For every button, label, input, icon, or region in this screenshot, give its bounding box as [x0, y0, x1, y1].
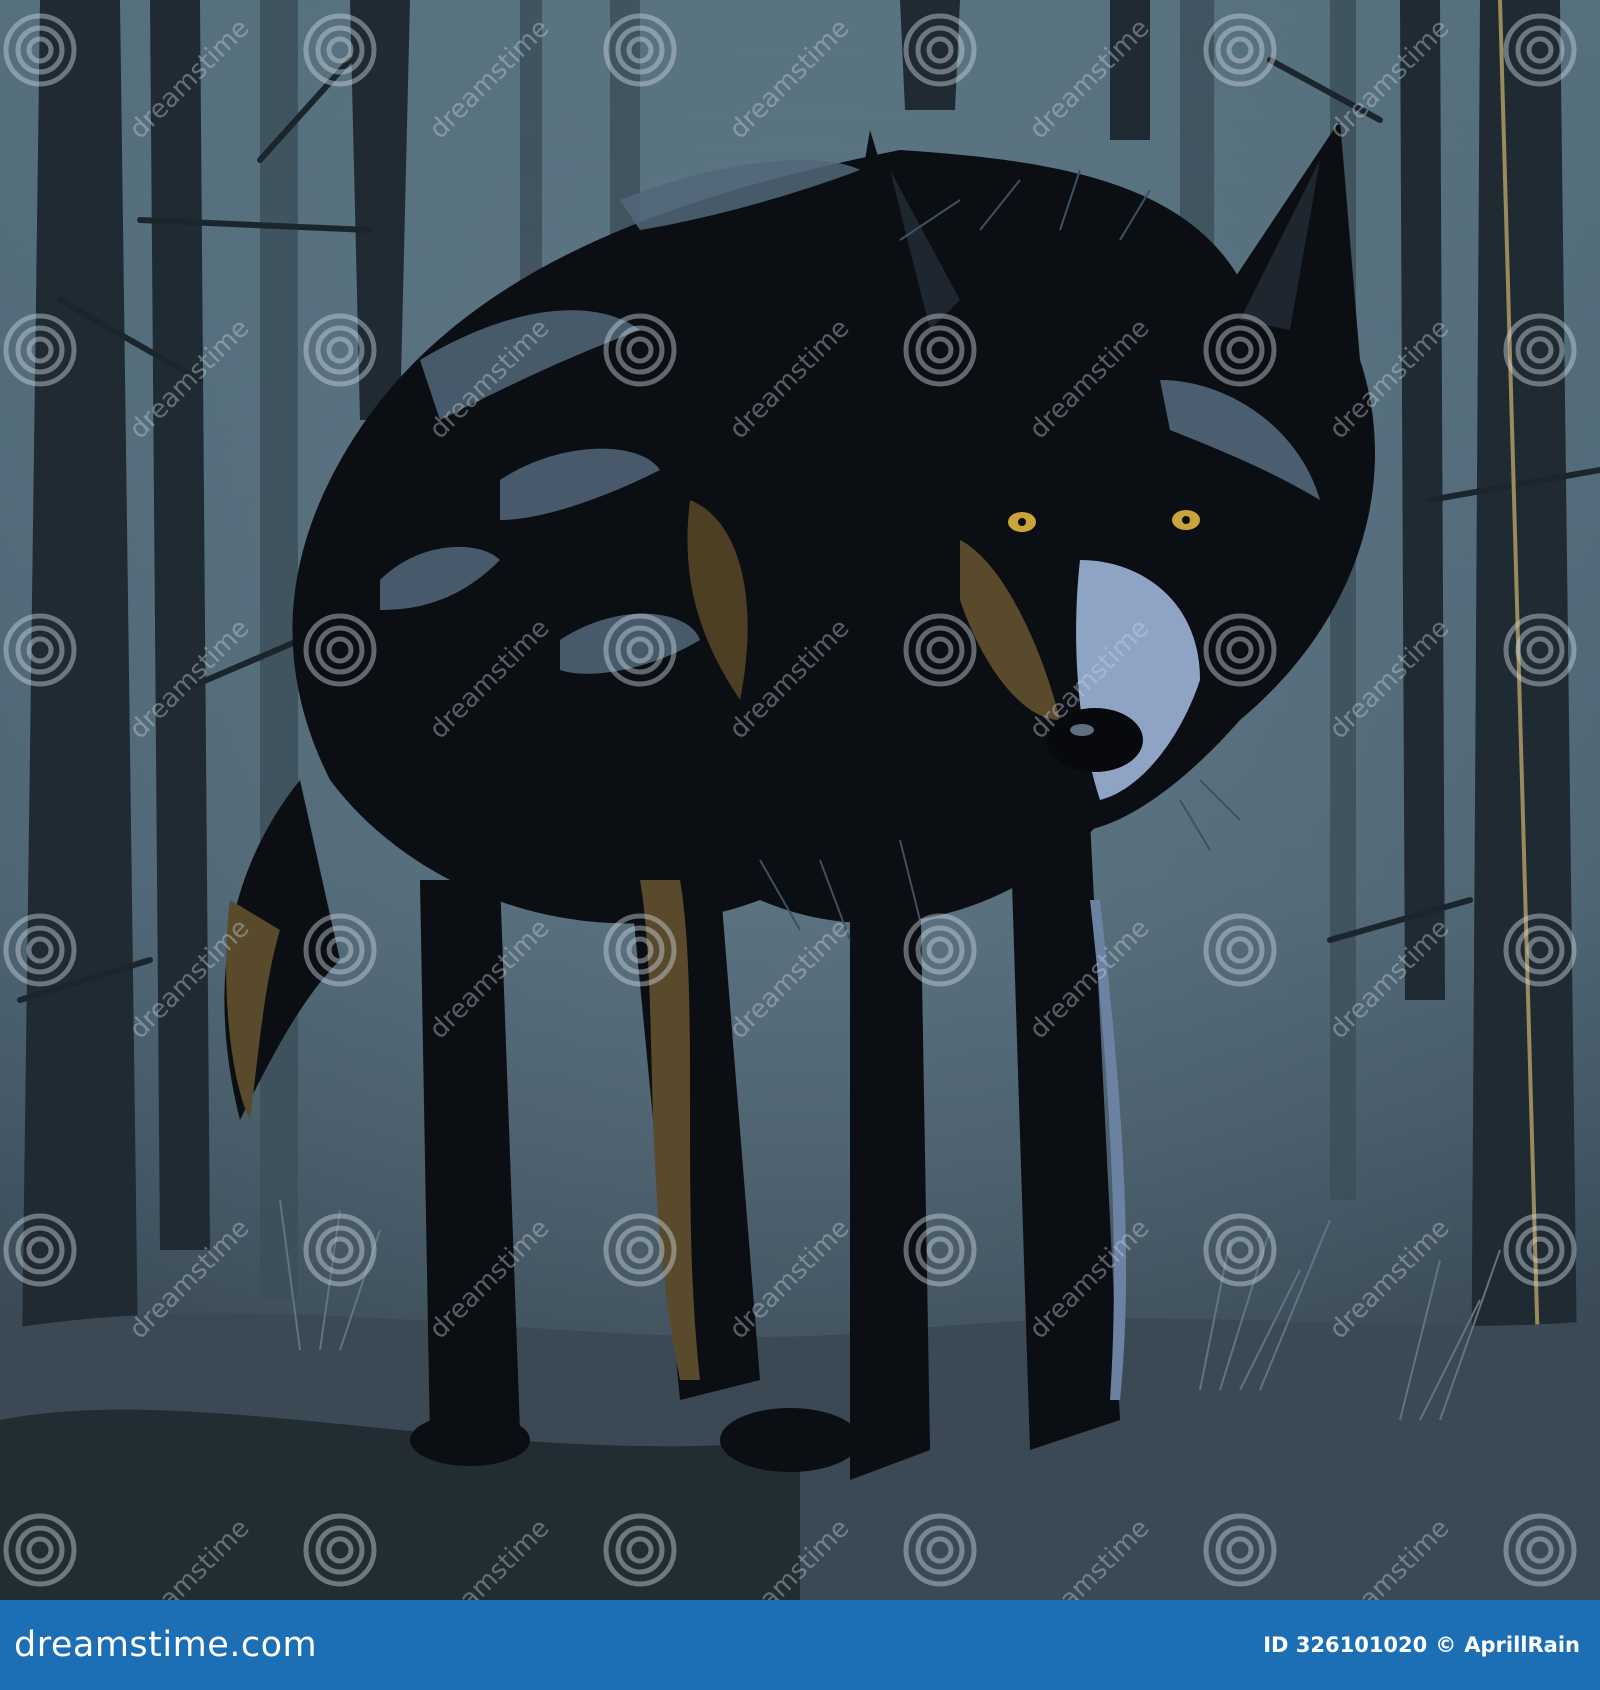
image-credit: ID 326101020 © AprillRain — [1263, 1633, 1580, 1657]
image-frame: dreamstime dreamstime dreamstime dreamstime… — [0, 0, 1600, 1690]
author-name[interactable]: AprillRain — [1464, 1633, 1580, 1657]
copyright-symbol: © — [1435, 1633, 1457, 1657]
footer-bar: dreamstime.com ID 326101020 © AprillRain — [0, 1600, 1600, 1690]
site-logo[interactable]: dreamstime.com — [14, 1625, 317, 1665]
wolf-paw — [720, 1408, 860, 1472]
image-id: ID 326101020 — [1263, 1633, 1428, 1657]
wolf-illustration: dreamstime dreamstime dreamstime dreamstime… — [0, 0, 1600, 1600]
